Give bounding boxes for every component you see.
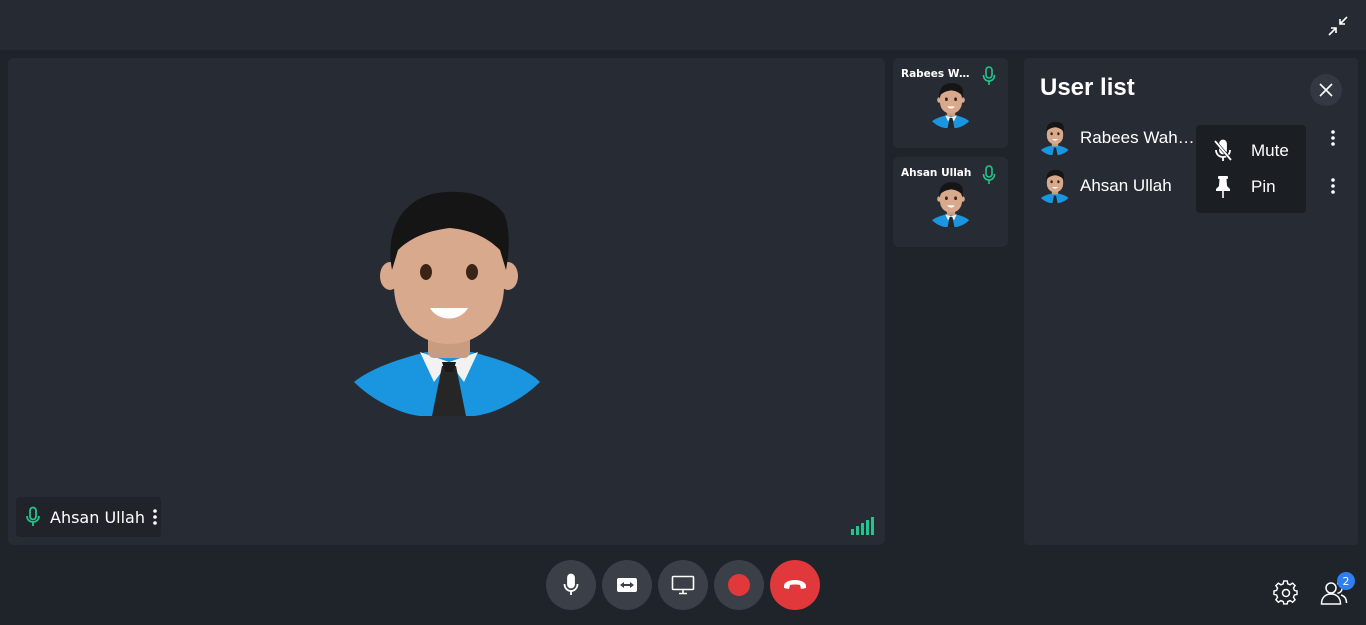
signal-strength-icon <box>851 515 877 535</box>
user-context-menu: Mute Pin <box>1196 125 1306 213</box>
mic-off-icon <box>1212 139 1234 163</box>
top-bar <box>0 0 1366 50</box>
record-icon <box>728 574 750 596</box>
menu-item-label: Pin <box>1251 177 1276 196</box>
microphone-button[interactable] <box>546 560 596 610</box>
participant-avatar <box>932 181 970 227</box>
call-controls <box>546 560 820 610</box>
participants-count-badge: 2 <box>1337 572 1355 590</box>
participant-avatar <box>354 186 544 416</box>
more-options-icon[interactable] <box>1326 176 1340 196</box>
participant-name-tag: Ahsan Ullah <box>16 497 161 537</box>
settings-gear-icon[interactable] <box>1273 580 1299 606</box>
user-name: Ahsan Ullah <box>1080 176 1172 195</box>
more-options-icon[interactable] <box>1326 128 1340 148</box>
switch-camera-button[interactable] <box>602 560 652 610</box>
thumbnail-tile[interactable]: Rabees Waheed <box>893 58 1008 148</box>
thumbnail-name: Rabees Waheed <box>901 68 976 80</box>
menu-item-mute[interactable]: Mute <box>1196 133 1306 169</box>
record-button[interactable] <box>714 560 764 610</box>
user-list-panel: User list Rabees Waheed Ahsan Ullah <box>1024 58 1358 545</box>
user-name: Rabees Waheed <box>1080 128 1200 147</box>
thumbnail-name: Ahsan Ullah <box>901 167 972 179</box>
pin-icon <box>1212 175 1234 199</box>
mic-on-icon <box>982 66 996 86</box>
thumbnail-tile[interactable]: Ahsan Ullah <box>893 157 1008 247</box>
close-icon[interactable] <box>1310 74 1342 106</box>
main-video-tile: Ahsan Ullah <box>8 58 885 545</box>
menu-item-label: Mute <box>1251 141 1289 160</box>
user-avatar <box>1040 169 1070 203</box>
exit-fullscreen-icon[interactable] <box>1326 14 1350 38</box>
participant-name: Ahsan Ullah <box>50 507 145 527</box>
menu-item-pin[interactable]: Pin <box>1196 169 1306 205</box>
mic-on-icon <box>24 506 42 528</box>
mic-on-icon <box>982 165 996 185</box>
user-avatar <box>1040 121 1070 155</box>
end-call-button[interactable] <box>770 560 820 610</box>
participant-avatar <box>932 82 970 128</box>
more-options-icon[interactable] <box>153 507 157 527</box>
screen-share-button[interactable] <box>658 560 708 610</box>
panel-title: User list <box>1040 74 1135 101</box>
